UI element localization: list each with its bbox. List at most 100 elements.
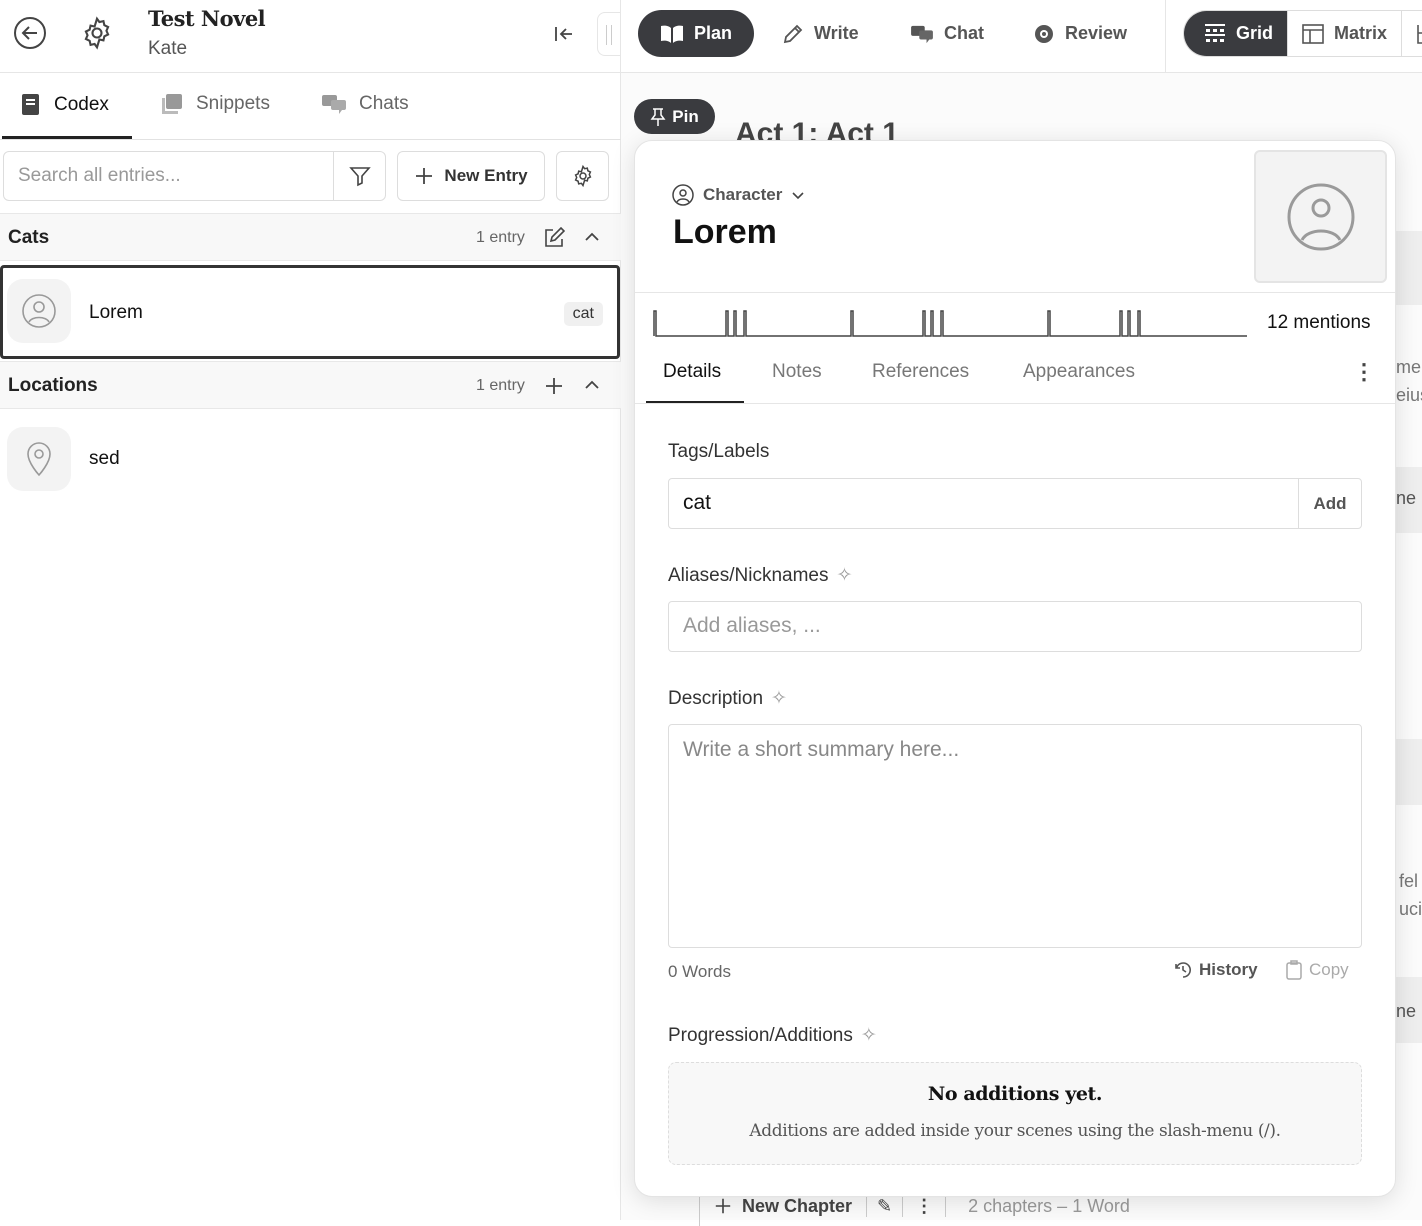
- history-button[interactable]: History: [1173, 960, 1258, 980]
- tab-notes[interactable]: Notes: [772, 361, 822, 383]
- tag-value[interactable]: cat: [669, 479, 1298, 528]
- scene-card-fragment: me eius: [1396, 353, 1422, 409]
- outline-icon: [1416, 23, 1422, 45]
- mode-label: Chat: [944, 23, 984, 43]
- group-count: 1 entry: [476, 377, 525, 394]
- aliases-input[interactable]: Add aliases, ...: [668, 601, 1362, 652]
- tab-chats[interactable]: Chats: [321, 93, 409, 115]
- settings-gear-icon[interactable]: [79, 15, 115, 51]
- description-textarea[interactable]: Write a short summary here...: [668, 724, 1362, 948]
- codex-settings-button[interactable]: [556, 151, 609, 201]
- back-icon[interactable]: [12, 15, 48, 51]
- mode-chat-button[interactable]: Chat: [888, 10, 1006, 57]
- search-input[interactable]: [4, 152, 333, 200]
- button-label: New Entry: [444, 166, 528, 185]
- group-header-locations[interactable]: Locations 1 entry: [0, 361, 621, 409]
- view-label: Grid: [1236, 23, 1274, 43]
- codex-entry-panel: Character Lorem 12 mentions Details Note…: [634, 140, 1396, 1197]
- chevron-down-icon: [790, 187, 806, 203]
- scene-card-fragment: [1396, 739, 1422, 805]
- edit-chapter-icon[interactable]: ✎: [866, 1195, 902, 1217]
- text-fragment: ne: [1396, 467, 1422, 533]
- view-matrix-button[interactable]: Matrix: [1288, 11, 1403, 56]
- text-fragment: eius: [1396, 385, 1422, 405]
- entry-type-dropdown[interactable]: Character: [671, 183, 806, 207]
- sparkle-icon[interactable]: ✧: [771, 687, 787, 710]
- open-book-icon: [660, 24, 684, 44]
- new-entry-button[interactable]: New Entry: [397, 151, 545, 201]
- entry-name: sed: [89, 448, 120, 469]
- new-chapter-button[interactable]: New Chapter: [700, 1196, 866, 1217]
- active-tab-indicator: [2, 136, 132, 139]
- tags-label: Tags/Labels: [668, 441, 770, 462]
- copy-button[interactable]: Copy: [1285, 960, 1349, 980]
- mode-label: Write: [814, 23, 859, 43]
- mode-plan-button[interactable]: Plan: [638, 10, 755, 57]
- aliases-label: Aliases/Nicknames ✧: [668, 564, 852, 587]
- divider: [635, 292, 1395, 293]
- scene-card-fragment: [1396, 231, 1422, 305]
- chevron-up-icon[interactable]: [583, 376, 601, 394]
- gear-icon: [571, 164, 595, 188]
- view-switcher: Grid Matrix: [1183, 10, 1422, 57]
- edit-icon[interactable]: [543, 227, 565, 249]
- view-grid-button[interactable]: Grid: [1184, 11, 1289, 56]
- person-icon: [7, 279, 71, 343]
- map-pin-icon: [7, 427, 71, 491]
- mode-review-button[interactable]: Review: [1011, 10, 1149, 57]
- eye-icon: [1033, 23, 1055, 45]
- group-name: Locations: [8, 375, 98, 396]
- person-icon: [671, 183, 695, 207]
- entry-name-heading[interactable]: Lorem: [673, 213, 777, 252]
- entry-type: Character: [703, 185, 783, 204]
- search-box: [3, 151, 386, 201]
- entry-image-placeholder[interactable]: [1254, 150, 1387, 283]
- text-fragment: uci: [1399, 899, 1422, 919]
- mode-write-button[interactable]: Write: [760, 10, 881, 57]
- pin-button[interactable]: Pin: [634, 99, 715, 134]
- filter-icon: [348, 164, 372, 188]
- more-options-icon[interactable]: ⋮: [902, 1195, 945, 1217]
- tab-appearances[interactable]: Appearances: [1023, 361, 1135, 383]
- add-tag-button[interactable]: Add: [1298, 479, 1361, 528]
- text-fragment: fel: [1399, 871, 1419, 891]
- chevron-up-icon[interactable]: [583, 228, 601, 246]
- button-label: Copy: [1309, 960, 1349, 979]
- sparkle-icon[interactable]: ✧: [861, 1024, 877, 1047]
- button-label: History: [1199, 960, 1258, 979]
- plus-icon: [715, 1198, 731, 1214]
- project-title: Test Novel: [148, 6, 266, 31]
- list-item[interactable]: sed: [0, 413, 621, 507]
- tab-codex[interactable]: Codex: [20, 93, 109, 117]
- sparkle-icon[interactable]: ✧: [837, 564, 853, 587]
- tab-details[interactable]: Details: [663, 361, 721, 383]
- divider: [635, 403, 1395, 404]
- view-more-button[interactable]: [1402, 11, 1422, 56]
- text-fragment: ne: [1396, 977, 1422, 1043]
- group-header-cats[interactable]: Cats 1 entry: [0, 213, 621, 261]
- resize-handle[interactable]: [597, 12, 621, 56]
- chat-icon: [321, 93, 347, 115]
- group-count: 1 entry: [476, 229, 525, 246]
- plus-icon: [414, 166, 434, 186]
- tags-input[interactable]: cat Add: [668, 478, 1362, 529]
- filter-button[interactable]: [333, 152, 385, 200]
- text-fragment: me: [1396, 357, 1422, 377]
- codex-sidebar: Test Novel Kate Codex Snippets Chats New…: [0, 0, 621, 1220]
- project-header: Test Novel Kate: [0, 0, 621, 73]
- mode-label: Review: [1065, 23, 1128, 43]
- pin-icon: [650, 107, 666, 126]
- tab-references[interactable]: References: [872, 361, 969, 383]
- plus-icon[interactable]: [544, 376, 564, 396]
- book-icon: [20, 93, 42, 117]
- more-options-icon[interactable]: ⋮: [1353, 359, 1375, 385]
- list-item[interactable]: Lorem cat: [0, 265, 620, 359]
- entry-tag: cat: [563, 302, 603, 326]
- empty-text: Additions are added inside your scenes u…: [749, 1121, 1281, 1141]
- label-text: Progression/Additions: [668, 1024, 853, 1046]
- chat-icon: [910, 24, 934, 44]
- mode-label: Plan: [694, 23, 733, 43]
- collapse-sidebar-icon[interactable]: [552, 22, 576, 46]
- tab-snippets[interactable]: Snippets: [160, 93, 270, 115]
- history-icon: [1173, 960, 1193, 980]
